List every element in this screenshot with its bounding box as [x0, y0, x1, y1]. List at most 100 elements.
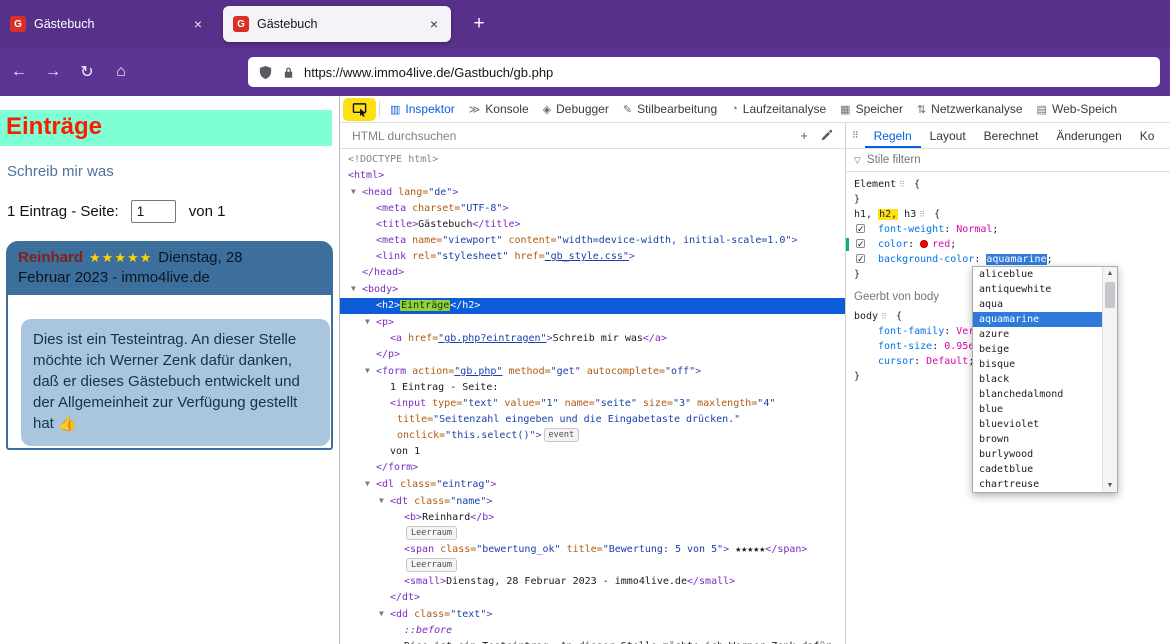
declaration-font-weight[interactable]: font-weight: Normal; [854, 222, 1162, 237]
markup-line[interactable]: <meta name="viewport" content="width=dev… [340, 233, 845, 249]
html-search-bar[interactable]: HTML durchsuchen + [340, 123, 845, 149]
markup-line[interactable]: ▼<head lang="de"> [340, 184, 845, 201]
markup-line[interactable]: von 1 [340, 444, 845, 460]
color-swatch[interactable] [920, 240, 928, 248]
home-button[interactable]: ⌂ [106, 63, 136, 81]
markup-line[interactable]: ▼<body> [340, 281, 845, 298]
color-option-azure[interactable]: azure [973, 327, 1102, 342]
element-picker-button[interactable] [343, 98, 376, 121]
write-entry-link[interactable]: Schreib mir was [7, 163, 114, 180]
expand-arrow-icon[interactable]: ▼ [365, 363, 376, 379]
expand-arrow-icon[interactable]: ▼ [351, 281, 362, 297]
markup-line[interactable]: </head> [340, 265, 845, 281]
markup-line[interactable]: <a href="gb.php?eintragen">Schreib mir w… [340, 331, 845, 347]
selector-highlighter-icon[interactable]: ⠿ [919, 210, 925, 219]
popup-scrollbar[interactable]: ▲ ▼ [1102, 267, 1117, 492]
scroll-down-icon[interactable]: ▼ [1103, 479, 1117, 492]
new-tab-button[interactable]: + [465, 13, 493, 35]
declaration-checkbox[interactable] [856, 224, 865, 233]
color-option-chartreuse[interactable]: chartreuse [973, 477, 1102, 492]
tab-close-icon[interactable]: × [427, 16, 441, 32]
markup-line[interactable]: ::before [340, 623, 845, 639]
eyedropper-icon[interactable] [820, 129, 833, 142]
markup-line[interactable]: Dies ist ein Testeintrag. An dieser Stel… [340, 639, 845, 644]
color-option-burlywood[interactable]: burlywood [973, 447, 1102, 462]
markup-line[interactable]: <b>Reinhard</b> [340, 510, 845, 526]
selector-highlighter-icon[interactable]: ⠿ [899, 180, 905, 189]
declaration-color[interactable]: color: red; [854, 237, 1162, 252]
markup-line[interactable]: 1 Eintrag - Seite: [340, 380, 845, 396]
declaration-background-color[interactable]: background-color: aquamarine; [854, 252, 1162, 267]
browser-tab-2-active[interactable]: G Gästebuch × [223, 6, 451, 42]
selector-highlighter-icon[interactable]: ⠿ [881, 312, 887, 321]
expand-arrow-icon[interactable]: ▼ [365, 476, 376, 492]
color-option-blueviolet[interactable]: blueviolet [973, 417, 1102, 432]
reload-button[interactable]: ↻ [72, 62, 102, 82]
markup-line[interactable]: title="Seitenzahl eingeben und die Einga… [340, 412, 845, 428]
tool-tab-netzwerkanalyse[interactable]: ⇅Netzwerkanalyse [910, 96, 1030, 122]
markup-line[interactable]: ▼<dd class="text"> [340, 606, 845, 623]
color-option-black[interactable]: black [973, 372, 1102, 387]
markup-line[interactable]: onclick="this.select()">event [340, 428, 845, 444]
color-option-beige[interactable]: beige [973, 342, 1102, 357]
markup-line[interactable]: <!DOCTYPE html> [340, 152, 845, 168]
scrollbar-thumb[interactable] [1105, 282, 1115, 308]
back-button[interactable]: ← [4, 63, 34, 81]
markup-line[interactable]: </form> [340, 460, 845, 476]
tool-tab-web-speich[interactable]: ▤Web-Speich [1030, 96, 1125, 122]
color-option-brown[interactable]: brown [973, 432, 1102, 447]
page-number-input[interactable] [131, 200, 176, 223]
tool-tab-konsole[interactable]: ≫Konsole [462, 96, 536, 122]
url-bar[interactable]: https://www.immo4live.de/Gastbuch/gb.php [248, 57, 1160, 87]
markup-line[interactable]: <link rel="stylesheet" href="gb_style.cs… [340, 249, 845, 265]
tool-tab-stilbearbeitung[interactable]: ✎Stilbearbeitung [616, 96, 724, 122]
markup-line[interactable]: Leerraum [340, 526, 845, 542]
forward-button[interactable]: → [38, 63, 68, 81]
markup-line[interactable]: <title>Gästebuch</title> [340, 217, 845, 233]
expand-arrow-icon[interactable]: ▼ [365, 314, 376, 330]
markup-line[interactable]: ▼<dt class="name"> [340, 493, 845, 510]
shield-icon[interactable] [258, 65, 273, 80]
markup-line-selected[interactable]: <h2>Einträge</h2> [340, 298, 845, 314]
tab-close-icon[interactable]: × [191, 16, 205, 32]
scroll-up-icon[interactable]: ▲ [1103, 267, 1117, 280]
color-option-aliceblue[interactable]: aliceblue [973, 267, 1102, 282]
markup-line[interactable]: <input type="text" value="1" name="seite… [340, 396, 845, 412]
tool-tab-inspektor[interactable]: ▥Inspektor [383, 96, 462, 122]
expand-arrow-icon[interactable]: ▼ [379, 606, 390, 622]
tool-tab-laufzeitanalyse[interactable]: ◔Laufzeitanalyse [724, 96, 833, 122]
color-option-aqua[interactable]: aqua [973, 297, 1102, 312]
expand-arrow-icon[interactable]: ▼ [379, 493, 390, 509]
lock-icon[interactable] [282, 66, 295, 79]
color-option-aquamarine[interactable]: aquamarine [973, 312, 1102, 327]
markup-line[interactable]: ▼<form action="gb.php" method="get" auto… [340, 363, 845, 380]
markup-line[interactable]: ▼<p> [340, 314, 845, 331]
add-node-icon[interactable]: + [800, 128, 808, 143]
color-option-blanchedalmond[interactable]: blanchedalmond [973, 387, 1102, 402]
expand-arrow-icon[interactable]: ▼ [351, 184, 362, 200]
sidebar-tab-ko[interactable]: Ko [1131, 123, 1164, 148]
markup-line[interactable]: </dt> [340, 590, 845, 606]
color-option-bisque[interactable]: bisque [973, 357, 1102, 372]
declaration-checkbox[interactable] [856, 239, 865, 248]
url-text[interactable]: https://www.immo4live.de/Gastbuch/gb.php [304, 65, 553, 80]
tool-tab-speicher[interactable]: ▦Speicher [833, 96, 910, 122]
sidebar-tab-regeln[interactable]: Regeln [865, 123, 921, 148]
style-filter-bar[interactable]: ▽ Stile filtern [846, 149, 1170, 172]
declaration-checkbox[interactable] [856, 254, 865, 263]
markup-line[interactable]: <meta charset="UTF-8"> [340, 201, 845, 217]
sidebar-tab-layout[interactable]: Layout [921, 123, 975, 148]
color-option-blue[interactable]: blue [973, 402, 1102, 417]
sidebar-tab--nderungen[interactable]: Änderungen [1047, 123, 1130, 148]
markup-line[interactable]: ▼<dl class="eintrag"> [340, 476, 845, 493]
rule-selector[interactable]: Element⠿ { [854, 177, 1162, 192]
rule-selector[interactable]: h1, h2, h3⠿ { [854, 207, 1162, 222]
markup-line[interactable]: <span class="bewertung_ok" title="Bewert… [340, 542, 845, 558]
markup-line[interactable]: Leerraum [340, 558, 845, 574]
markup-line[interactable]: </p> [340, 347, 845, 363]
color-option-cadetblue[interactable]: cadetblue [973, 462, 1102, 477]
markup-line[interactable]: <small>Dienstag, 28 Februar 2023 - immo4… [340, 574, 845, 590]
browser-tab-1[interactable]: G Gästebuch × [0, 0, 215, 48]
sidebar-grid-icon[interactable]: ⠿ [846, 130, 865, 141]
color-option-antiquewhite[interactable]: antiquewhite [973, 282, 1102, 297]
